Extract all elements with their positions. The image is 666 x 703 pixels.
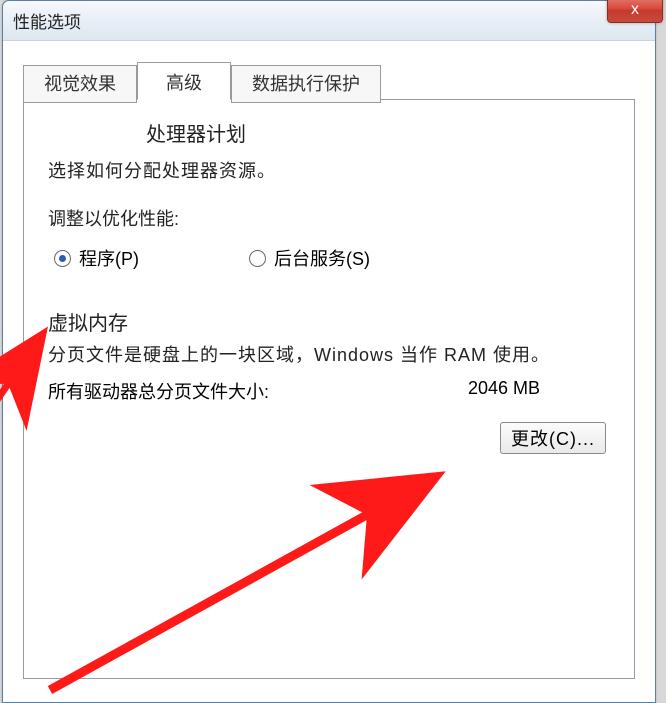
vm-total-label: 所有驱动器总分页文件大小: — [48, 378, 269, 404]
vm-desc: 分页文件是硬盘上的一块区域，Windows 当作 RAM 使用。 — [48, 342, 610, 370]
radio-icon — [54, 250, 71, 267]
vm-total-value: 2046 MB — [468, 378, 540, 404]
tab-strip: 视觉效果 高级 数据执行保护 — [23, 62, 635, 100]
processor-radio-group: 程序(P) 后台服务(S) — [54, 245, 610, 271]
radio-icon — [249, 250, 266, 267]
radio-background-services[interactable]: 后台服务(S) — [249, 245, 370, 271]
tab-advanced[interactable]: 高级 — [137, 62, 231, 100]
adjust-label: 调整以优化性能: — [48, 205, 610, 231]
client-area: 视觉效果 高级 数据执行保护 处理器计划 选择如何分配处理器资源。 调整以优化性… — [3, 41, 655, 679]
processor-scheduling-group: 处理器计划 — [48, 118, 610, 147]
processor-heading: 处理器计划 — [146, 118, 610, 147]
close-button[interactable]: x — [607, 0, 663, 23]
vm-size-row: 所有驱动器总分页文件大小: 2046 MB — [48, 378, 610, 404]
titlebar: 性能选项 x — [3, 1, 655, 41]
tab-panel-advanced: 处理器计划 选择如何分配处理器资源。 调整以优化性能: 程序(P) 后台服务(S… — [23, 99, 635, 679]
close-icon: x — [631, 1, 639, 19]
tab-dep[interactable]: 数据执行保护 — [231, 65, 381, 103]
change-button[interactable]: 更改(C)... — [500, 422, 606, 454]
radio-programs[interactable]: 程序(P) — [54, 245, 139, 271]
processor-desc: 选择如何分配处理器资源。 — [48, 157, 610, 183]
window-title: 性能选项 — [13, 8, 81, 33]
performance-options-window: 性能选项 x 视觉效果 高级 数据执行保护 处理器计划 选择如何分配处理器资源。… — [2, 0, 656, 703]
vm-heading: 虚拟内存 — [48, 307, 610, 336]
tab-visual-effects[interactable]: 视觉效果 — [23, 65, 137, 103]
radio-services-label: 后台服务(S) — [274, 245, 370, 271]
radio-programs-label: 程序(P) — [79, 245, 139, 271]
virtual-memory-group: 虚拟内存 分页文件是硬盘上的一块区域，Windows 当作 RAM 使用。 所有… — [48, 307, 610, 454]
